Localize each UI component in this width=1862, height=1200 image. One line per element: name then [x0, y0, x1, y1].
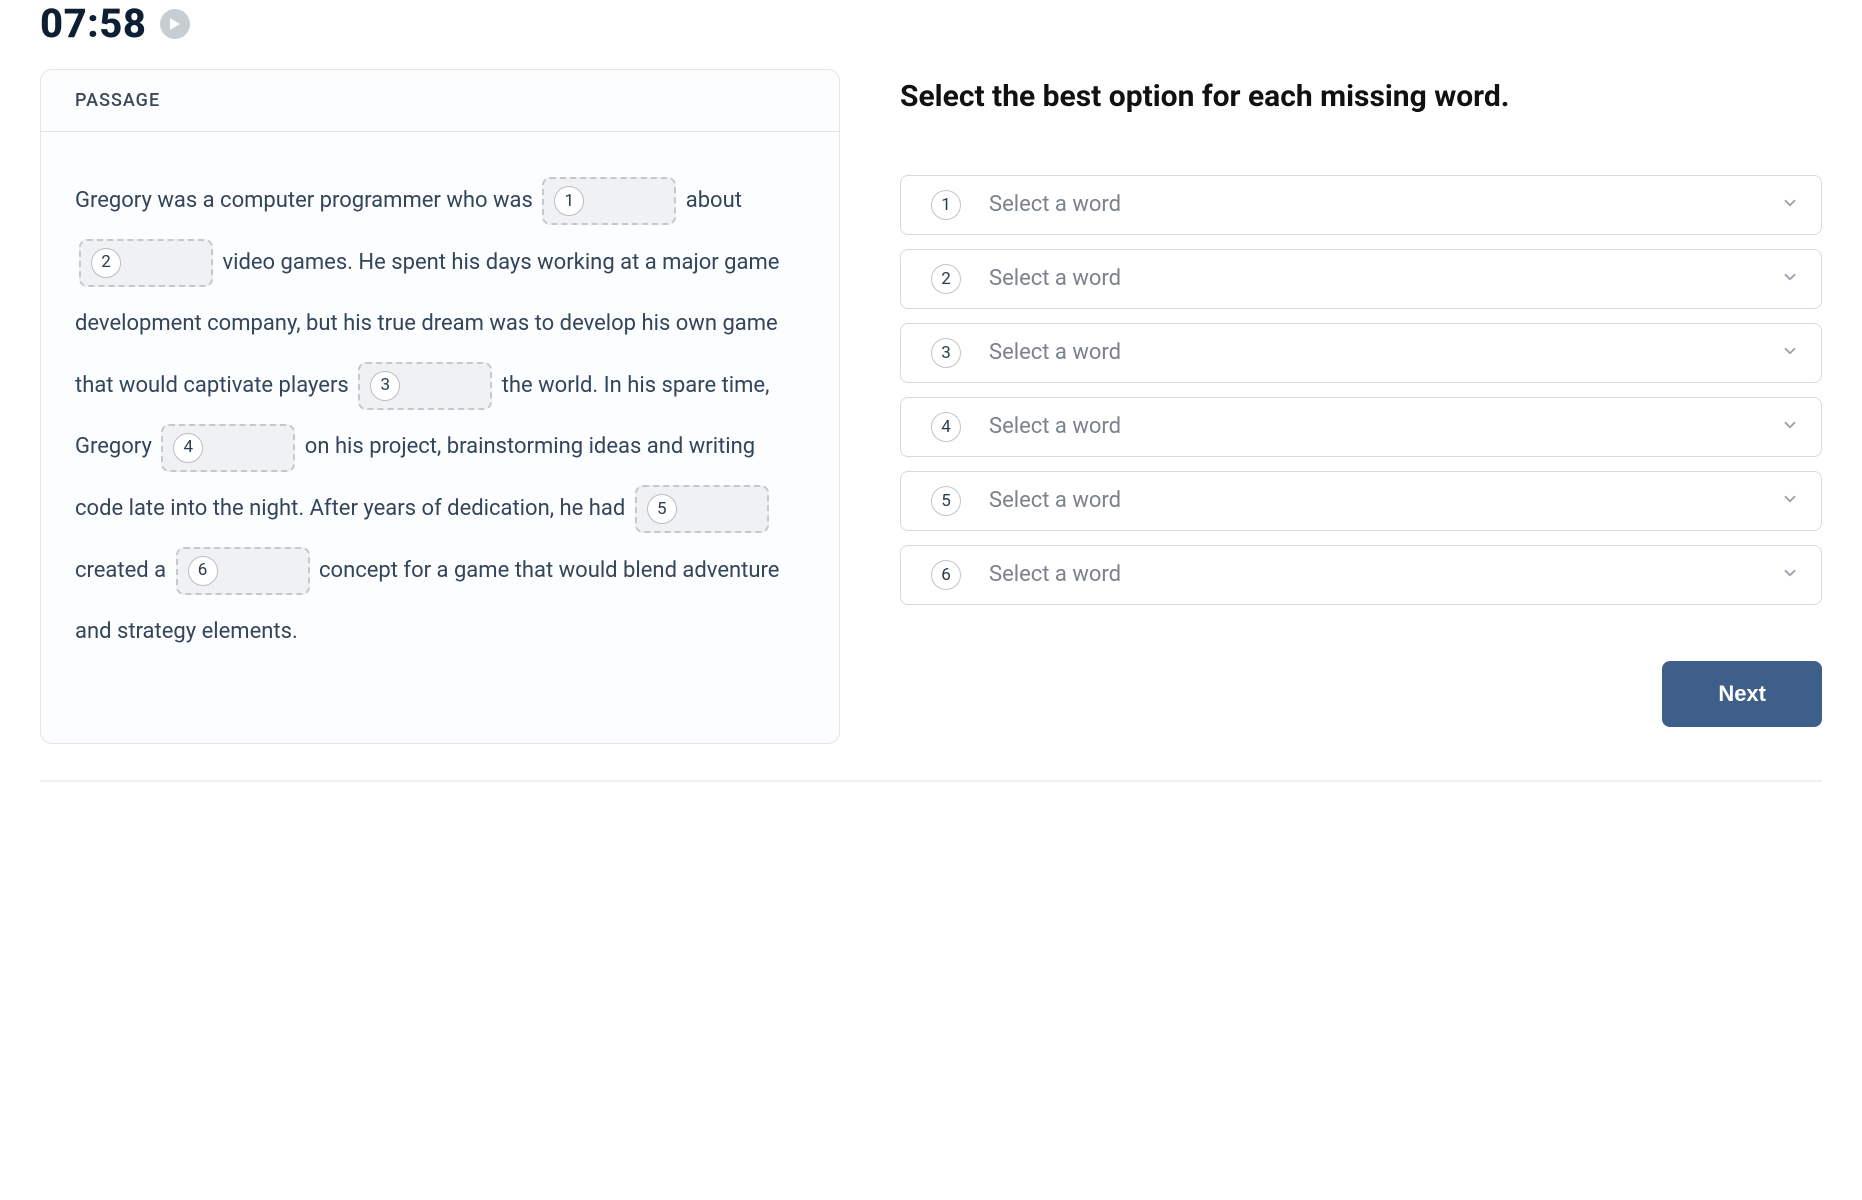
- instruction-text: Select the best option for each missing …: [900, 75, 1822, 119]
- passage-blank-5[interactable]: 5: [635, 485, 769, 533]
- passage-blank-4[interactable]: 4: [161, 424, 295, 472]
- timer-bar: 07:58: [40, 0, 1822, 69]
- footer-divider: [40, 780, 1822, 782]
- passage-card: PASSAGE Gregory was a computer programme…: [40, 69, 840, 744]
- word-select-2[interactable]: 2 Select a word: [900, 249, 1822, 309]
- chevron-down-icon: [1781, 342, 1799, 364]
- answer-column: Select the best option for each missing …: [900, 69, 1822, 727]
- chevron-down-icon: [1781, 268, 1799, 290]
- word-select-1[interactable]: 1 Select a word: [900, 175, 1822, 235]
- next-button[interactable]: Next: [1662, 661, 1822, 727]
- passage-blank-6[interactable]: 6: [176, 547, 310, 595]
- play-button[interactable]: [160, 9, 190, 39]
- passage-header: PASSAGE: [41, 70, 839, 132]
- passage-blank-2[interactable]: 2: [79, 239, 213, 287]
- chevron-down-icon: [1781, 564, 1799, 586]
- word-select-5[interactable]: 5 Select a word: [900, 471, 1822, 531]
- next-wrap: Next: [900, 661, 1822, 727]
- blank-number: 3: [370, 371, 400, 401]
- select-placeholder: Select a word: [989, 562, 1781, 587]
- play-icon: [169, 17, 181, 31]
- select-placeholder: Select a word: [989, 488, 1781, 513]
- select-list: 1 Select a word 2 Select a word 3 Select a wo…: [900, 175, 1822, 605]
- select-placeholder: Select a word: [989, 414, 1781, 439]
- word-select-6[interactable]: 6 Select a word: [900, 545, 1822, 605]
- blank-number: 4: [173, 433, 203, 463]
- blank-number: 1: [554, 186, 584, 216]
- word-select-4[interactable]: 4 Select a word: [900, 397, 1822, 457]
- select-number: 6: [931, 560, 961, 590]
- select-number: 1: [931, 190, 961, 220]
- chevron-down-icon: [1781, 194, 1799, 216]
- main-layout: PASSAGE Gregory was a computer programme…: [40, 69, 1822, 744]
- select-number: 2: [931, 264, 961, 294]
- passage-blank-1[interactable]: 1: [542, 177, 676, 225]
- blank-number: 2: [91, 248, 121, 278]
- select-placeholder: Select a word: [989, 192, 1781, 217]
- select-placeholder: Select a word: [989, 340, 1781, 365]
- chevron-down-icon: [1781, 490, 1799, 512]
- blank-number: 6: [188, 556, 218, 586]
- passage-blank-3[interactable]: 3: [358, 362, 492, 410]
- select-placeholder: Select a word: [989, 266, 1781, 291]
- select-number: 3: [931, 338, 961, 368]
- timer-display: 07:58: [40, 0, 146, 47]
- chevron-down-icon: [1781, 416, 1799, 438]
- passage-body: Gregory was a computer programmer who wa…: [41, 132, 839, 743]
- select-number: 5: [931, 486, 961, 516]
- select-number: 4: [931, 412, 961, 442]
- blank-number: 5: [647, 494, 677, 524]
- word-select-3[interactable]: 3 Select a word: [900, 323, 1822, 383]
